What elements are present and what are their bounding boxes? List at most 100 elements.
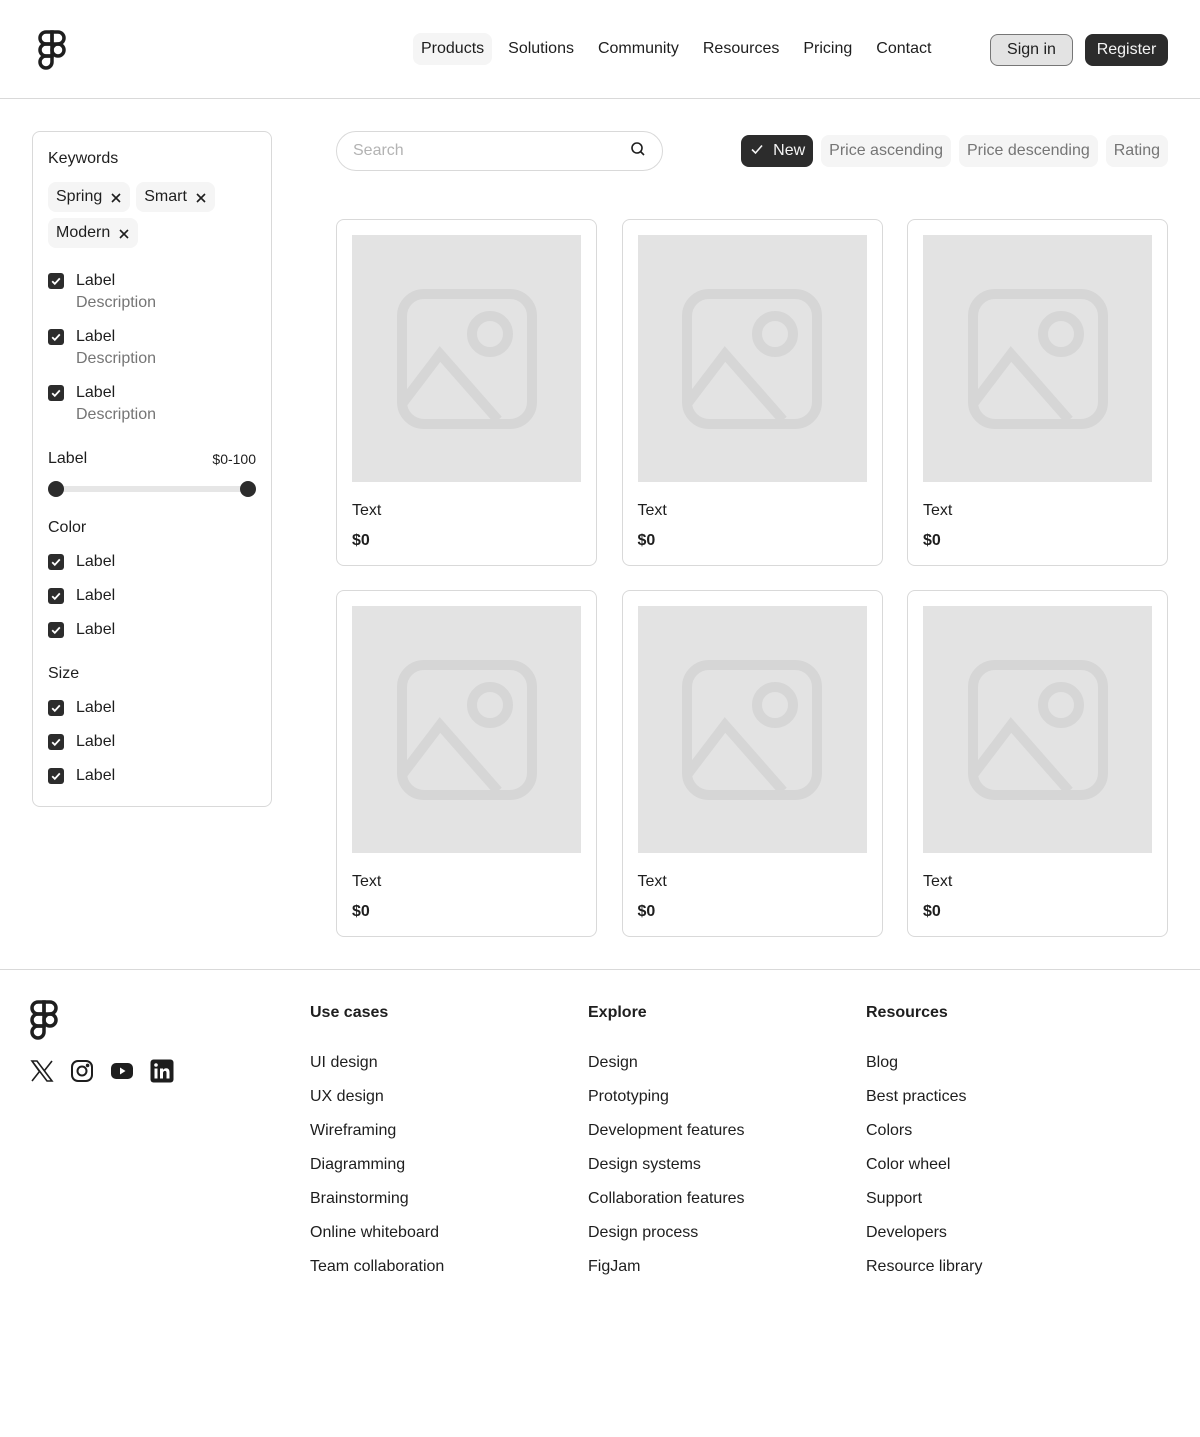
image-placeholder-icon [352, 606, 581, 853]
product-grid: Text $0 Text $0 Text $0 Text $0 Text $0 … [336, 219, 1168, 937]
search-bar [336, 131, 663, 171]
product-card[interactable]: Text $0 [336, 590, 597, 937]
checkbox-label: Label [76, 621, 116, 638]
checkbox-checked-icon[interactable] [48, 385, 64, 401]
checkbox-description: Description [76, 294, 157, 311]
footer-link[interactable]: Brainstorming [310, 1189, 444, 1209]
checkbox-checked-icon[interactable] [48, 588, 64, 604]
image-placeholder-icon [352, 235, 581, 482]
footer-link[interactable]: Best practices [866, 1087, 982, 1107]
checkbox-item[interactable]: Label Description [48, 270, 256, 314]
keyword-tag: Modern [48, 218, 139, 248]
range-slider[interactable] [48, 481, 256, 497]
checkbox-checked-icon[interactable] [48, 273, 64, 289]
color-filter: Color Label Label Label [48, 517, 256, 641]
product-card[interactable]: Text $0 [621, 590, 883, 937]
figma-logo-icon[interactable] [38, 30, 66, 70]
footer-column-title: Explore [588, 1004, 647, 1021]
footer-link[interactable]: UX design [310, 1087, 444, 1107]
figma-logo-icon[interactable] [30, 1000, 58, 1040]
image-placeholder-icon [637, 606, 867, 853]
checkbox-label: Label [76, 553, 116, 570]
nav-item-solutions[interactable]: Solutions [500, 33, 582, 65]
footer-link[interactable]: Color wheel [866, 1155, 982, 1175]
footer-column-title: Resources [866, 1004, 948, 1021]
x-icon[interactable] [30, 1059, 54, 1083]
footer-link[interactable]: Wireframing [310, 1121, 444, 1141]
footer-link[interactable]: Collaboration features [588, 1189, 745, 1209]
image-placeholder-icon [637, 235, 867, 482]
tag-label: Modern [56, 224, 111, 241]
checkbox-checked-icon[interactable] [48, 622, 64, 638]
search-icon[interactable] [630, 141, 646, 162]
footer-column-title: Use cases [310, 1004, 389, 1021]
tag-label: Smart [144, 188, 187, 205]
checkbox-checked-icon[interactable] [48, 700, 64, 716]
social-links [30, 1059, 174, 1083]
footer-link[interactable]: Team collaboration [310, 1257, 444, 1277]
footer-link[interactable]: Support [866, 1189, 982, 1209]
range-min-handle[interactable] [48, 481, 64, 497]
checkbox-item[interactable]: Label [48, 551, 256, 573]
checkbox-label: Label [76, 328, 116, 345]
close-icon[interactable] [118, 227, 130, 239]
range-label: Label [48, 450, 88, 467]
nav-item-pricing[interactable]: Pricing [795, 33, 860, 65]
footer-link[interactable]: Design [588, 1053, 745, 1073]
checkbox-description: Description [76, 406, 157, 423]
nav-item-community[interactable]: Community [590, 33, 687, 65]
close-icon[interactable] [110, 191, 122, 203]
nav-item-products[interactable]: Products [413, 33, 493, 65]
chip-rating[interactable]: Rating [1105, 135, 1168, 167]
footer-link[interactable]: Prototyping [588, 1087, 745, 1107]
product-price: $0 [923, 903, 941, 920]
checkbox-item[interactable]: Label [48, 731, 256, 753]
checkbox-item[interactable]: Label Description [48, 382, 256, 426]
product-card[interactable]: Text $0 [621, 219, 883, 566]
chip-price-descending[interactable]: Price descending [959, 135, 1098, 167]
checkbox-item[interactable]: Label [48, 619, 256, 641]
chip-label: Rating [1113, 142, 1160, 159]
footer-link[interactable]: FigJam [588, 1257, 745, 1277]
product-price: $0 [352, 532, 370, 549]
footer-link[interactable]: Resource library [866, 1257, 982, 1277]
checkbox-checked-icon[interactable] [48, 329, 64, 345]
footer-link[interactable]: Blog [866, 1053, 982, 1073]
footer-link[interactable]: Design systems [588, 1155, 745, 1175]
sign-in-button[interactable]: Sign in [990, 34, 1073, 66]
chip-label: Price ascending [829, 142, 943, 159]
footer-link[interactable]: Developers [866, 1223, 982, 1243]
footer-link[interactable]: Design process [588, 1223, 745, 1243]
register-button[interactable]: Register [1085, 34, 1168, 66]
footer-link[interactable]: Development features [588, 1121, 745, 1141]
checkbox-item[interactable]: Label [48, 585, 256, 607]
search-input[interactable] [353, 142, 603, 160]
range-max-handle[interactable] [240, 481, 256, 497]
nav-item-resources[interactable]: Resources [695, 33, 787, 65]
product-card[interactable]: Text $0 [336, 219, 597, 566]
footer-link[interactable]: Diagramming [310, 1155, 444, 1175]
checkbox-checked-icon[interactable] [48, 734, 64, 750]
footer-link[interactable]: UI design [310, 1053, 444, 1073]
checkbox-item[interactable]: Label Description [48, 326, 256, 370]
linkedin-icon[interactable] [150, 1059, 174, 1083]
product-card[interactable]: Text $0 [907, 219, 1168, 566]
instagram-icon[interactable] [70, 1059, 94, 1083]
footer-link[interactable]: Colors [866, 1121, 982, 1141]
chip-new[interactable]: New [741, 135, 814, 167]
footer-link[interactable]: Online whiteboard [310, 1223, 444, 1243]
checkbox-checked-icon[interactable] [48, 554, 64, 570]
checkbox-checked-icon[interactable] [48, 768, 64, 784]
chip-price-ascending[interactable]: Price ascending [821, 135, 951, 167]
youtube-icon[interactable] [110, 1059, 134, 1083]
checkbox-item[interactable]: Label [48, 697, 256, 719]
chip-label: Price descending [967, 142, 1090, 159]
product-card[interactable]: Text $0 [907, 590, 1168, 937]
nav-item-contact[interactable]: Contact [868, 33, 939, 65]
product-name: Text [352, 873, 382, 890]
checkbox-description: Description [76, 350, 157, 367]
checkbox-label: Label [76, 733, 116, 750]
tag-label: Spring [56, 188, 103, 205]
close-icon[interactable] [195, 191, 207, 203]
checkbox-item[interactable]: Label [48, 765, 256, 787]
